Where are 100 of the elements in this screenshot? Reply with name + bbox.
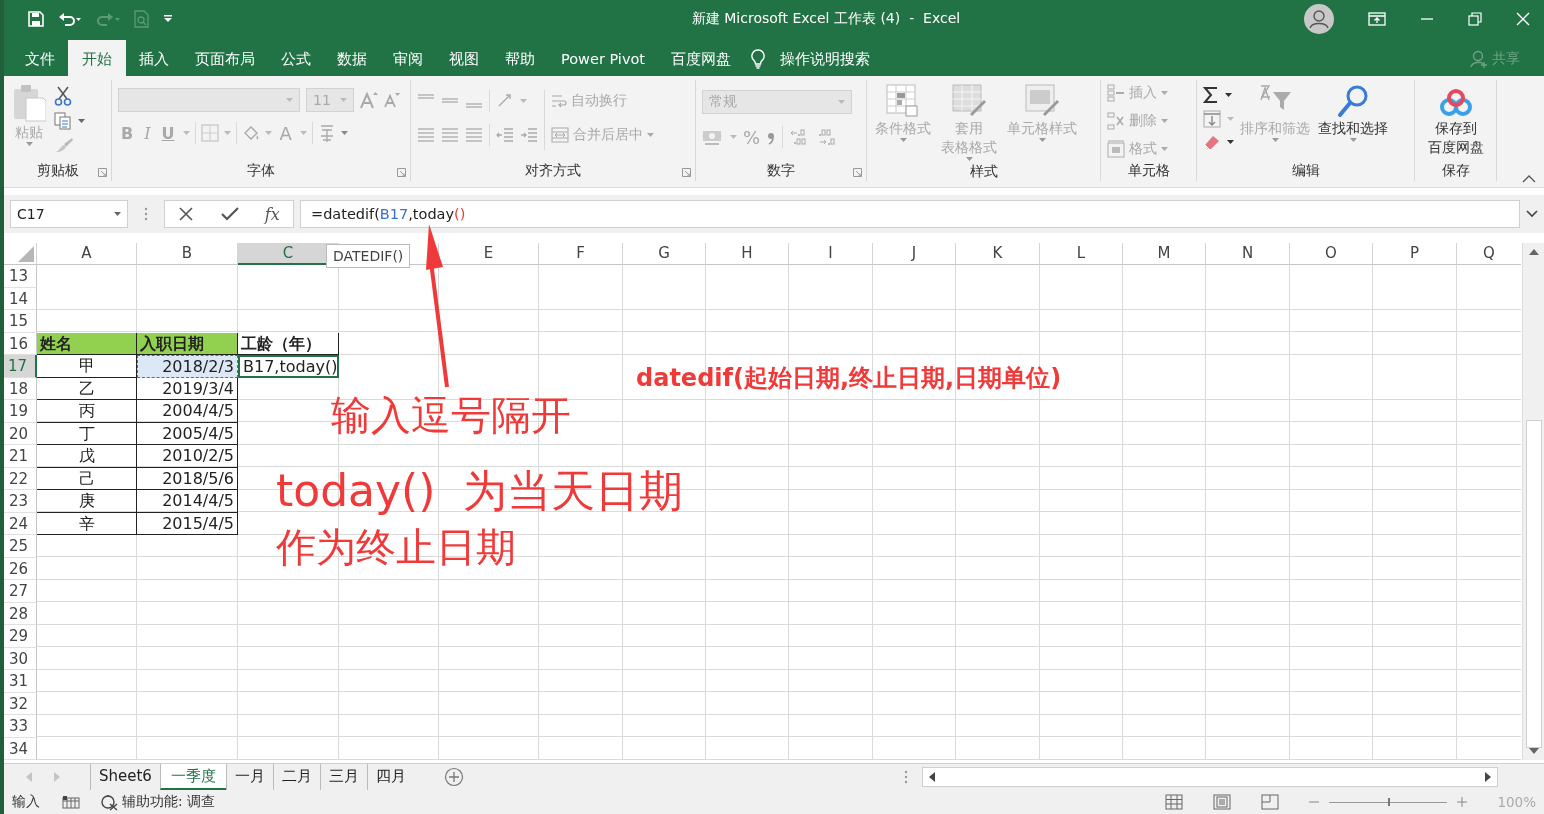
row-header[interactable]: 32 (4, 692, 37, 715)
row-header[interactable]: 15 (4, 310, 37, 333)
slider-thumb[interactable] (1388, 797, 1391, 806)
row-header[interactable]: 19 (4, 400, 37, 423)
vertical-scrollbar[interactable] (1522, 243, 1544, 760)
menu-tab[interactable]: 公式 (268, 42, 324, 76)
row-header[interactable]: 25 (4, 535, 37, 558)
column-header[interactable]: H (706, 243, 789, 265)
scroll-up-icon[interactable] (1528, 249, 1539, 255)
redo-icon[interactable] (96, 11, 120, 27)
row-header[interactable]: 29 (4, 625, 37, 648)
scroll-right-icon[interactable] (1484, 772, 1491, 782)
expand-icon[interactable] (1526, 210, 1538, 218)
align-left-icon[interactable] (417, 126, 435, 144)
next-sheet-icon[interactable] (54, 772, 60, 782)
zoom-in-icon[interactable] (1457, 797, 1468, 807)
menu-tab[interactable]: 开始 (68, 40, 126, 76)
horizontal-scrollbar[interactable] (921, 767, 1498, 787)
dialog-launcher-icon[interactable] (682, 168, 691, 177)
column-header[interactable]: P (1373, 243, 1457, 265)
add-sheet-icon[interactable] (443, 767, 464, 787)
menu-tab[interactable]: 审阅 (380, 42, 436, 76)
sheet-tab[interactable]: 一季度 (159, 764, 226, 790)
increase-indent-icon[interactable] (520, 126, 538, 144)
find-select-button[interactable]: 查找和选择 (1316, 84, 1390, 143)
menu-tab[interactable]: 帮助 (492, 42, 548, 76)
column-header[interactable]: E (439, 243, 539, 265)
dialog-launcher-icon[interactable] (98, 168, 107, 177)
column-header[interactable]: G (623, 243, 706, 265)
row-header[interactable]: 30 (4, 647, 37, 670)
row-header[interactable]: 34 (4, 737, 37, 760)
menu-tab[interactable]: 数据 (324, 42, 380, 76)
menu-tab[interactable]: 百度网盘 (658, 42, 745, 76)
menu-tab[interactable]: 插入 (126, 42, 182, 76)
page-layout-icon[interactable] (1213, 794, 1232, 810)
column-header[interactable]: I (789, 243, 873, 265)
column-header[interactable]: L (1040, 243, 1123, 265)
eraser-icon[interactable] (1203, 134, 1221, 150)
save-icon[interactable] (28, 11, 44, 27)
copy-icon[interactable] (54, 112, 72, 130)
align-right-icon[interactable] (465, 126, 483, 144)
enter-icon[interactable] (220, 206, 239, 222)
column-header[interactable]: M (1123, 243, 1206, 265)
name-box[interactable]: C17 (10, 200, 128, 228)
cell-editor[interactable]: B17,today() (238, 355, 339, 378)
formula-input[interactable]: =datedif(B17,today() (300, 200, 1520, 228)
row-header[interactable]: 21 (4, 445, 37, 468)
cancel-icon[interactable] (178, 206, 195, 222)
borders-icon[interactable] (200, 124, 219, 142)
undo-icon[interactable] (58, 11, 82, 27)
shrink-font-icon[interactable] (384, 92, 400, 108)
row-header[interactable]: 17 (4, 355, 37, 378)
column-header[interactable]: J (873, 243, 956, 265)
prev-sheet-icon[interactable] (26, 772, 32, 782)
menu-tab[interactable]: 页面布局 (182, 42, 268, 76)
page-break-icon[interactable] (1261, 794, 1280, 810)
column-header[interactable]: N (1206, 243, 1290, 265)
column-header[interactable]: B (137, 243, 238, 265)
macro-record-icon[interactable] (62, 795, 80, 809)
scissors-icon[interactable] (54, 86, 72, 106)
menu-tab[interactable]: Power Pivot (548, 42, 659, 76)
print-preview-icon[interactable] (134, 10, 150, 28)
dialog-launcher-icon[interactable] (853, 168, 862, 177)
menu-tab[interactable]: 文件 (12, 42, 68, 76)
close-icon[interactable] (1516, 12, 1530, 26)
customize-icon[interactable] (164, 15, 172, 23)
align-center-icon[interactable] (441, 126, 459, 144)
search-hint[interactable]: 操作说明搜索 (780, 49, 871, 69)
restore-icon[interactable] (1468, 12, 1482, 26)
collapse-ribbon-icon[interactable] (1522, 175, 1536, 183)
autosum-icon[interactable] (1203, 86, 1219, 104)
decrease-indent-icon[interactable] (496, 126, 514, 144)
insert-function-button[interactable]: fx (264, 204, 280, 224)
row-header[interactable]: 18 (4, 377, 37, 400)
row-header[interactable]: 13 (4, 265, 37, 288)
row-header[interactable]: 31 (4, 670, 37, 693)
row-header[interactable]: 24 (4, 512, 37, 535)
avatar-icon[interactable] (1304, 4, 1334, 34)
column-header[interactable]: A (37, 243, 137, 265)
column-header[interactable]: Q (1457, 243, 1521, 265)
row-header[interactable]: 14 (4, 287, 37, 310)
save-to-cloud-button[interactable]: 保存到 百度网盘 (1425, 88, 1486, 156)
menu-tab[interactable]: 视图 (436, 42, 492, 76)
row-header[interactable]: 16 (4, 332, 37, 355)
row-header[interactable]: 23 (4, 490, 37, 513)
column-header[interactable]: K (956, 243, 1040, 265)
normal-view-icon[interactable] (1165, 794, 1184, 810)
row-header[interactable]: 28 (4, 602, 37, 625)
row-header[interactable]: 20 (4, 422, 37, 445)
currency-icon[interactable] (702, 128, 724, 146)
accessibility-button[interactable]: 辅助功能: 调查 (100, 793, 215, 811)
format-painter-icon[interactable] (54, 136, 74, 154)
dialog-launcher-icon[interactable] (397, 168, 406, 177)
row-header[interactable]: 33 (4, 715, 37, 738)
fill-down-icon[interactable] (1203, 110, 1221, 128)
row-header[interactable]: 26 (4, 557, 37, 580)
column-header[interactable]: O (1290, 243, 1373, 265)
ribbon-display-icon[interactable] (1368, 12, 1386, 26)
column-header[interactable]: F (539, 243, 623, 265)
select-all-icon[interactable] (18, 246, 34, 262)
